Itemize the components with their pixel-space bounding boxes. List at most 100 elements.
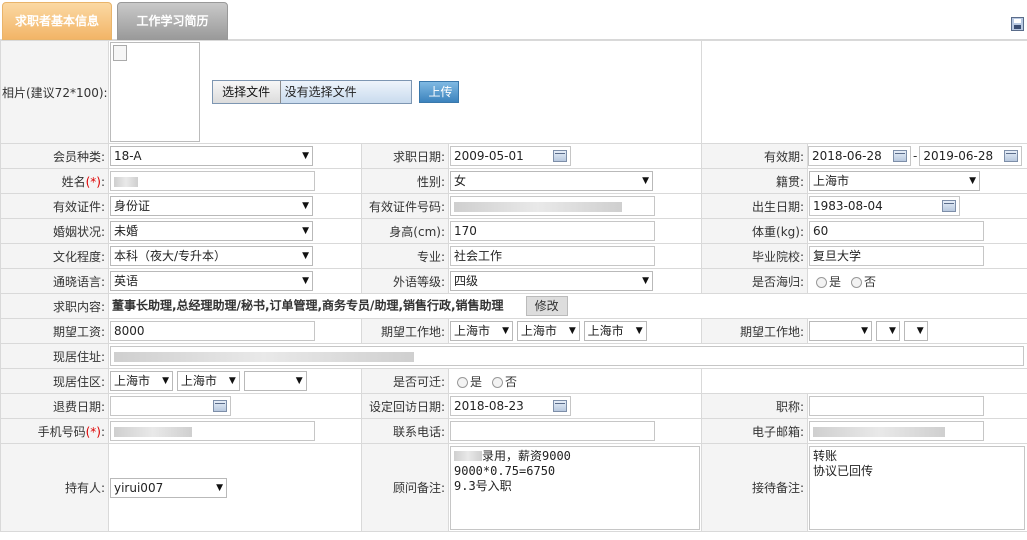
id-type-value: 身份证 xyxy=(114,199,151,213)
upload-button[interactable]: 上传 xyxy=(419,81,460,103)
edit-job-button[interactable]: 修改 xyxy=(525,296,568,316)
advisor-note-textarea[interactable]: 录用，薪资9000 9000*0.75=6750 9.3号入职 xyxy=(450,445,700,530)
phone-label: 联系电话: xyxy=(361,418,449,444)
chevron-down-icon: ▼ xyxy=(642,276,649,286)
save-icon[interactable] xyxy=(1011,17,1024,31)
redacted-name xyxy=(114,176,138,187)
major-input[interactable]: 社会工作 xyxy=(450,246,655,266)
relocate-yes-radio[interactable] xyxy=(457,376,468,388)
member-type-select[interactable]: 18-A ▼ xyxy=(110,146,313,166)
owner-label: 持有人: xyxy=(0,443,109,532)
birth-date-input[interactable]: 1983-08-04 xyxy=(809,196,961,216)
work-place-select-3[interactable]: 上海市 ▼ xyxy=(583,321,647,341)
marital-value: 未婚 xyxy=(114,224,139,238)
redacted-id-number xyxy=(454,201,622,212)
address-input[interactable] xyxy=(110,346,1024,366)
language-value: 英语 xyxy=(114,274,139,288)
work-place-2-select-3[interactable]: ▼ xyxy=(903,321,928,341)
candidate-form: 相片(建议72*100): 选择文件 没有选择文件 上传 会员种类: 18-A ▼… xyxy=(0,40,1027,532)
language-select[interactable]: 英语 ▼ xyxy=(110,271,313,291)
apply-date-input[interactable]: 2009-05-01 xyxy=(450,146,571,166)
district-select-2[interactable]: 上海市 ▼ xyxy=(176,371,240,391)
weight-input[interactable]: 60 xyxy=(809,221,985,241)
name-input[interactable] xyxy=(110,171,315,191)
calendar-icon[interactable] xyxy=(553,400,567,412)
email-input[interactable] xyxy=(809,421,985,441)
valid-to-value: 2019-06-28 xyxy=(923,149,994,163)
marital-label: 婚姻状况: xyxy=(0,218,109,244)
returnee-yes-label: 是 xyxy=(829,274,842,289)
work-place-2-select-2[interactable]: ▼ xyxy=(875,321,900,341)
education-value: 本科（夜大/专升本） xyxy=(114,249,227,263)
education-select[interactable]: 本科（夜大/专升本） ▼ xyxy=(110,246,313,266)
tab-work-study-resume[interactable]: 工作学习简历 xyxy=(117,2,228,40)
origin-select[interactable]: 上海市 ▼ xyxy=(809,171,981,191)
refund-date-label: 退费日期: xyxy=(0,393,109,419)
phone-input[interactable] xyxy=(450,421,655,441)
job-title-label: 职称: xyxy=(701,393,809,419)
visit-date-value: 2018-08-23 xyxy=(454,399,524,413)
calendar-icon[interactable] xyxy=(553,150,567,162)
calendar-icon[interactable] xyxy=(213,400,227,412)
chevron-down-icon: ▼ xyxy=(642,176,649,186)
refund-date-input[interactable] xyxy=(110,396,231,416)
calendar-icon[interactable] xyxy=(942,200,957,212)
mobile-label: 手机号码(*): xyxy=(0,418,109,444)
tab-basic-info[interactable]: 求职者基本信息 xyxy=(2,2,112,40)
apply-date-label: 求职日期: xyxy=(361,143,449,169)
redacted-address xyxy=(114,351,414,362)
major-label: 专业: xyxy=(361,243,449,269)
mobile-input[interactable] xyxy=(110,421,315,441)
origin-value: 上海市 xyxy=(813,174,850,188)
origin-label: 籍贯: xyxy=(701,168,809,194)
weight-label: 体重(kg): xyxy=(701,218,809,244)
owner-select[interactable]: yirui007 ▼ xyxy=(110,477,227,498)
chevron-down-icon: ▼ xyxy=(302,201,309,211)
chevron-down-icon: ▼ xyxy=(216,482,223,493)
district-select-1[interactable]: 上海市 ▼ xyxy=(110,371,173,391)
date-separator: - xyxy=(913,148,918,163)
district-label: 现居住区: xyxy=(0,368,109,394)
returnee-no-radio[interactable] xyxy=(851,276,863,288)
id-type-select[interactable]: 身份证 ▼ xyxy=(110,196,313,216)
photo-label: 相片(建议72*100): xyxy=(0,40,109,144)
required-marker: (*) xyxy=(85,174,101,189)
school-input[interactable]: 复旦大学 xyxy=(809,246,985,266)
id-number-input[interactable] xyxy=(450,196,655,216)
calendar-icon[interactable] xyxy=(893,150,908,162)
valid-from-value: 2018-06-28 xyxy=(812,149,882,163)
work-place-select-2[interactable]: 上海市 ▼ xyxy=(516,321,580,341)
valid-from-input[interactable]: 2018-06-28 xyxy=(808,146,912,166)
birth-date-value: 1983-08-04 xyxy=(813,199,883,213)
height-input[interactable]: 170 xyxy=(450,221,655,241)
language-label: 通晓语言: xyxy=(0,268,109,294)
job-title-input[interactable] xyxy=(809,396,985,416)
email-label: 电子邮箱: xyxy=(701,418,809,444)
district-select-3[interactable]: ▼ xyxy=(243,371,307,391)
file-chooser[interactable]: 选择文件 没有选择文件 xyxy=(211,80,412,104)
marital-select[interactable]: 未婚 ▼ xyxy=(110,221,313,241)
reception-note-label: 接待备注: xyxy=(701,443,809,532)
id-type-label: 有效证件: xyxy=(0,193,109,219)
valid-period-label: 有效期: xyxy=(701,143,809,169)
advisor-note-label: 顾问备注: xyxy=(361,443,449,532)
salary-input[interactable]: 8000 xyxy=(110,321,315,341)
returnee-yes-radio[interactable] xyxy=(816,276,828,288)
choose-file-button[interactable]: 选择文件 xyxy=(212,81,281,103)
work-place-2-select-1[interactable]: ▼ xyxy=(809,321,873,341)
calendar-icon[interactable] xyxy=(1004,150,1019,162)
relocate-no-radio[interactable] xyxy=(492,376,504,388)
chevron-down-icon: ▼ xyxy=(302,151,309,161)
language-level-select[interactable]: 四级 ▼ xyxy=(450,271,653,291)
valid-to-input[interactable]: 2019-06-28 xyxy=(919,146,1023,166)
job-content-label: 求职内容: xyxy=(0,293,109,319)
visit-date-input[interactable]: 2018-08-23 xyxy=(450,396,571,416)
birth-date-label: 出生日期: xyxy=(701,193,809,219)
member-type-label: 会员种类: xyxy=(0,143,109,169)
gender-select[interactable]: 女 ▼ xyxy=(450,171,653,191)
reception-note-textarea[interactable]: 转账 协议已回传 xyxy=(809,445,1026,530)
redacted-note xyxy=(454,451,482,461)
relocate-yes-label: 是 xyxy=(470,374,483,389)
work-place-select-1[interactable]: 上海市 ▼ xyxy=(450,321,513,341)
apply-date-value: 2009-05-01 xyxy=(454,149,524,163)
